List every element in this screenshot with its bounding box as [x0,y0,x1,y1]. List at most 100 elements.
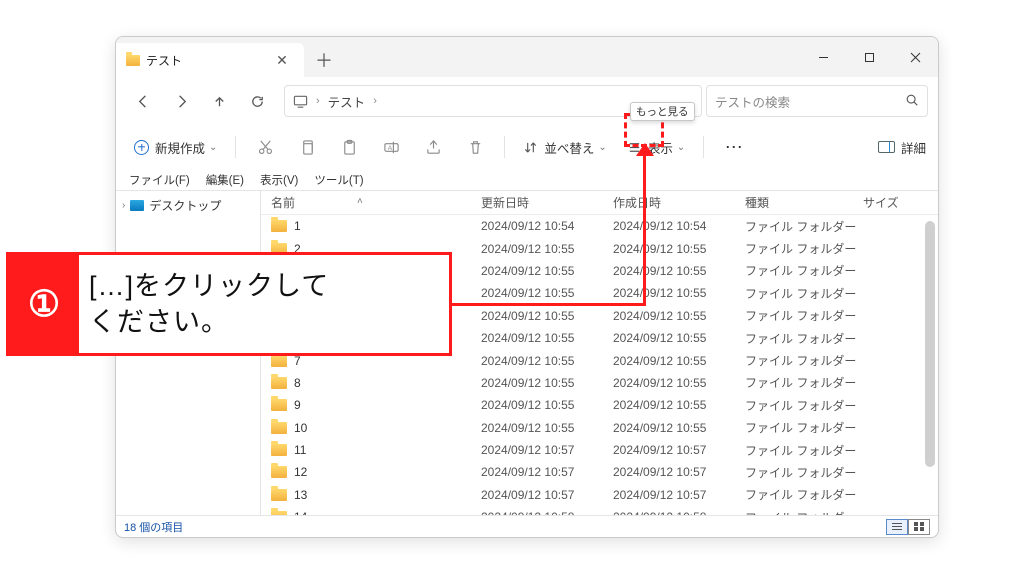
file-created: 2024/09/12 10:57 [613,488,745,502]
file-modified: 2024/09/12 10:55 [481,398,613,412]
details-pane-button[interactable]: 詳細 [878,138,926,157]
sidebar-item-desktop[interactable]: › デスクトップ [116,194,260,217]
file-created: 2024/09/12 10:55 [613,331,745,345]
navbar: › テスト › テストの検索 [116,77,938,125]
new-tab-button[interactable]: ＋ [304,43,344,77]
cut-button[interactable] [248,130,282,164]
sort-icon [523,140,538,155]
table-row[interactable]: 112024/09/12 10:572024/09/12 10:57ファイル フ… [261,439,938,461]
file-type: ファイル フォルダー [745,330,863,347]
table-row[interactable]: 82024/09/12 10:552024/09/12 10:55ファイル フォ… [261,372,938,394]
more-button[interactable]: ⋯ [716,132,752,162]
file-modified: 2024/09/12 10:55 [481,264,613,278]
scrollbar[interactable] [923,221,937,537]
file-modified: 2024/09/12 10:55 [481,421,613,435]
minimize-button[interactable] [800,37,846,77]
file-name: 9 [294,398,301,412]
search-input[interactable]: テストの検索 [706,85,928,117]
new-button[interactable]: 新規作成 ⌄ [128,134,223,161]
file-modified: 2024/09/12 10:55 [481,309,613,323]
menu-tool[interactable]: ツール(T) [307,170,370,190]
maximize-button[interactable] [846,37,892,77]
annotation-arrow-line [643,150,646,305]
rename-button[interactable]: A [374,130,408,164]
file-created: 2024/09/12 10:55 [613,354,745,368]
file-type: ファイル フォルダー [745,218,863,235]
svg-text:A: A [388,144,393,151]
file-type: ファイル フォルダー [745,240,863,257]
chevron-right-icon: › [122,200,125,211]
menu-edit[interactable]: 編集(E) [199,170,251,190]
col-name[interactable]: 名前 [271,194,481,211]
chevron-down-icon: ⌄ [677,142,685,153]
col-type[interactable]: 種類 [745,194,863,211]
file-type: ファイル フォルダー [745,442,863,459]
file-modified: 2024/09/12 10:55 [481,242,613,256]
file-modified: 2024/09/12 10:55 [481,354,613,368]
chevron-right-icon: › [316,95,320,107]
file-created: 2024/09/12 10:55 [613,421,745,435]
table-row[interactable]: 132024/09/12 10:572024/09/12 10:57ファイル フ… [261,484,938,506]
sort-button[interactable]: 並べ替え ⌄ [517,134,612,161]
tooltip-more: もっと見る [630,102,695,121]
scrollbar-thumb[interactable] [925,221,935,467]
window-controls [800,37,938,77]
file-created: 2024/09/12 10:55 [613,242,745,256]
sidebar-item-label: デスクトップ [149,197,221,214]
tab-current[interactable]: テスト ✕ [116,43,304,77]
monitor-icon [293,94,308,109]
file-type: ファイル フォルダー [745,464,863,481]
file-created: 2024/09/12 10:55 [613,309,745,323]
delete-button[interactable] [458,130,492,164]
separator [235,136,236,158]
menu-view[interactable]: 表示(V) [253,170,305,190]
new-label: 新規作成 [155,138,205,157]
table-row[interactable]: 122024/09/12 10:572024/09/12 10:57ファイル フ… [261,461,938,483]
file-created: 2024/09/12 10:55 [613,398,745,412]
file-modified: 2024/09/12 10:57 [481,465,613,479]
file-name: 12 [294,465,307,479]
table-row[interactable]: 102024/09/12 10:552024/09/12 10:55ファイル フ… [261,417,938,439]
view-details-button[interactable] [886,519,908,535]
table-row[interactable]: 142024/09/12 10:582024/09/12 10:58ファイル フ… [261,506,938,515]
step-number: ① [28,283,60,325]
file-type: ファイル フォルダー [745,285,863,302]
col-created[interactable]: 作成日時 [613,194,745,211]
plus-circle-icon [134,140,149,155]
sort-label: 並べ替え [544,138,594,157]
file-name: 10 [294,421,307,435]
copy-button[interactable] [290,130,324,164]
menu-file[interactable]: ファイル(F) [122,170,197,190]
refresh-button[interactable] [240,84,274,118]
share-button[interactable] [416,130,450,164]
file-type: ファイル フォルダー [745,307,863,324]
file-name: 1 [294,219,301,233]
details-pane-icon [878,141,895,153]
forward-button[interactable] [164,84,198,118]
file-type: ファイル フォルダー [745,352,863,369]
folder-icon [271,444,287,456]
tab-close-button[interactable]: ✕ [270,48,294,72]
folder-icon [271,399,287,411]
up-button[interactable] [202,84,236,118]
file-created: 2024/09/12 10:57 [613,465,745,479]
separator [703,136,704,158]
breadcrumb[interactable]: テスト [328,92,366,111]
col-size[interactable]: サイズ [863,194,938,211]
chevron-right-icon: › [373,95,377,107]
table-row[interactable]: 92024/09/12 10:552024/09/12 10:55ファイル フォ… [261,394,938,416]
table-row[interactable]: 12024/09/12 10:542024/09/12 10:54ファイル フォ… [261,215,938,237]
back-button[interactable] [126,84,160,118]
status-bar: 18 個の項目 [116,515,938,537]
folder-icon [271,377,287,389]
close-button[interactable] [892,37,938,77]
sort-indicator-icon: ˄ [357,196,363,207]
col-modified[interactable]: 更新日時 [481,194,613,211]
details-label: 詳細 [901,138,926,157]
file-name: 13 [294,488,307,502]
file-type: ファイル フォルダー [745,374,863,391]
toolbar: 新規作成 ⌄ A 並べ替え ⌄ 表示 ⌄ ⋯ 詳細 [116,125,938,169]
folder-icon [271,422,287,434]
search-placeholder: テストの検索 [715,92,790,111]
paste-button[interactable] [332,130,366,164]
